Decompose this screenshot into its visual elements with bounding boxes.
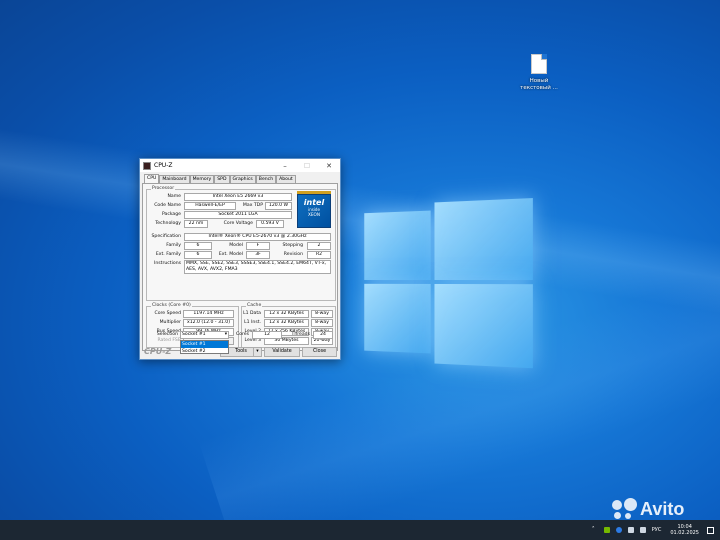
core-speed-label: Core Speed: [154, 311, 182, 316]
l1-inst-way: 8-way: [311, 319, 333, 327]
core-voltage-value: 0.593 V: [256, 220, 284, 228]
multiplier-value: x12.0 (12.0 - 31.0): [183, 319, 234, 327]
revision-label: Revision: [283, 252, 303, 257]
cpuz-window: CPU-Z – ☐ ✕ CPU Mainboard Memory SPD Gra…: [139, 158, 341, 360]
minimize-button[interactable]: –: [274, 159, 296, 172]
multiplier-label: Multiplier: [159, 320, 181, 325]
technology-value: 22 nm: [184, 220, 208, 228]
technology-label: Technology: [155, 221, 181, 226]
bottom-bar: CPU-Z Ver. 2.01.0.x64 Tools ▾ Validate C…: [142, 346, 338, 358]
chevron-down-icon: ▾: [224, 332, 227, 337]
tools-dropdown-button[interactable]: ▾: [253, 347, 262, 357]
max-tdp-label: Max TDP: [242, 203, 263, 208]
ext-model-value: 3F: [246, 251, 270, 259]
tab-cpu[interactable]: CPU: [144, 174, 160, 183]
tab-mainboard[interactable]: Mainboard: [159, 175, 190, 183]
chevron-down-icon: ▾: [256, 349, 259, 354]
model-value: F: [246, 242, 270, 250]
name-value: Intel Xeon E5 2669 v3: [184, 193, 292, 201]
l1-data-label: L1 Data: [243, 311, 261, 316]
close-button[interactable]: Close: [302, 347, 337, 357]
processor-group-label: Processor: [151, 186, 176, 191]
tab-bench[interactable]: Bench: [255, 175, 277, 183]
l1-inst-label: L1 Inst.: [244, 320, 261, 325]
bluetooth-icon[interactable]: [615, 527, 622, 533]
cpuz-app-icon: [143, 161, 151, 170]
package-label: Package: [161, 212, 181, 217]
cores-value: 12: [252, 331, 282, 339]
package-value: Socket 2011 LGA: [184, 211, 292, 219]
core-voltage-label: Core Voltage: [223, 221, 253, 226]
threads-label: Threads: [291, 332, 310, 337]
stepping-value: 2: [307, 242, 331, 250]
l1-inst-value: 12 x 32 KBytes: [264, 319, 309, 327]
tab-graphics[interactable]: Graphics: [229, 175, 256, 183]
socket-option-2[interactable]: Socket #2: [181, 348, 228, 355]
socket-dropdown-list: Socket #1 Socket #2: [180, 340, 229, 354]
model-label: Model: [229, 243, 243, 248]
revision-value: R2: [307, 251, 331, 259]
selection-select[interactable]: Socket #1 ▾: [180, 331, 229, 339]
windows-logo: [364, 185, 533, 374]
instructions-label: Instructions: [154, 261, 181, 266]
code-name-value: Haswell-E/EP: [184, 202, 236, 210]
system-tray: ˄ РУС 10:04 01.02.2025: [589, 520, 714, 540]
window-title: CPU-Z: [154, 162, 173, 169]
chevron-up-icon[interactable]: ˄: [592, 527, 598, 533]
cpu-tab-content: Processor Name Intel Xeon E5 2669 v3 Cod…: [142, 183, 338, 351]
desktop-file-label: Новый текстовый ...: [520, 78, 558, 91]
ext-model-label: Ext. Model: [218, 252, 243, 257]
tab-spd[interactable]: SPD: [214, 175, 230, 183]
light-beam: [0, 110, 720, 337]
desktop: Новый текстовый ...: [0, 0, 720, 520]
l1-data-way: 8-way: [311, 310, 333, 318]
family-label: Family: [166, 243, 181, 248]
clock[interactable]: 10:04 01.02.2025: [670, 524, 699, 536]
notification-icon[interactable]: [707, 526, 714, 534]
name-label: Name: [167, 194, 181, 199]
clock-date: 01.02.2025: [670, 530, 699, 536]
network-icon[interactable]: [627, 527, 634, 533]
l1-data-value: 12 x 32 KBytes: [264, 310, 309, 318]
avito-logo-icon: [612, 498, 638, 520]
instructions-value: MMX, SSE, SSE2, SSE3, SSSE3, SSE4.1, SSE…: [184, 260, 331, 274]
maximize-button[interactable]: ☐: [296, 159, 318, 172]
validate-button[interactable]: Validate: [264, 347, 300, 357]
cpuz-brand: CPU-Z: [144, 347, 172, 356]
cache-group-label: Cache: [246, 303, 263, 308]
close-window-button[interactable]: ✕: [318, 159, 340, 172]
core-speed-value: 1197.14 MHz: [183, 310, 234, 318]
text-file-icon: [531, 54, 547, 74]
specification-label: Specification: [151, 234, 182, 239]
nvidia-icon[interactable]: [603, 527, 610, 533]
ext-family-label: Ext. Family: [155, 252, 181, 257]
code-name-label: Code Name: [154, 203, 181, 208]
volume-icon[interactable]: [639, 527, 646, 533]
clocks-group-label: Clocks (Core #0): [151, 303, 192, 308]
avito-watermark: Avito: [612, 498, 684, 520]
tab-memory[interactable]: Memory: [189, 175, 215, 183]
desktop-file-icon[interactable]: Новый текстовый ...: [516, 54, 562, 92]
intel-xeon-logo: intel inside XEON: [297, 194, 331, 228]
language-indicator[interactable]: РУС: [652, 527, 662, 533]
cores-label: Cores: [235, 332, 249, 337]
tab-about[interactable]: About: [276, 175, 296, 183]
max-tdp-value: 120.0 W: [265, 202, 292, 210]
rated-fsb-label: Rated FSB: [157, 338, 181, 343]
selection-label: Selection: [156, 332, 178, 337]
title-bar[interactable]: CPU-Z – ☐ ✕: [140, 159, 340, 172]
socket-option-1[interactable]: Socket #1: [181, 341, 228, 348]
ext-family-value: 6: [184, 251, 212, 259]
taskbar: ˄ РУС 10:04 01.02.2025: [0, 520, 720, 540]
stepping-label: Stepping: [282, 243, 303, 248]
threads-value: 24: [313, 331, 333, 339]
avito-text: Avito: [640, 498, 685, 519]
family-value: 6: [184, 242, 212, 250]
specification-value: Intel® Xeon® CPU E5-2670 v3 @ 2.30GHz: [184, 233, 331, 241]
tab-bar: CPU Mainboard Memory SPD Graphics Bench …: [144, 174, 340, 183]
